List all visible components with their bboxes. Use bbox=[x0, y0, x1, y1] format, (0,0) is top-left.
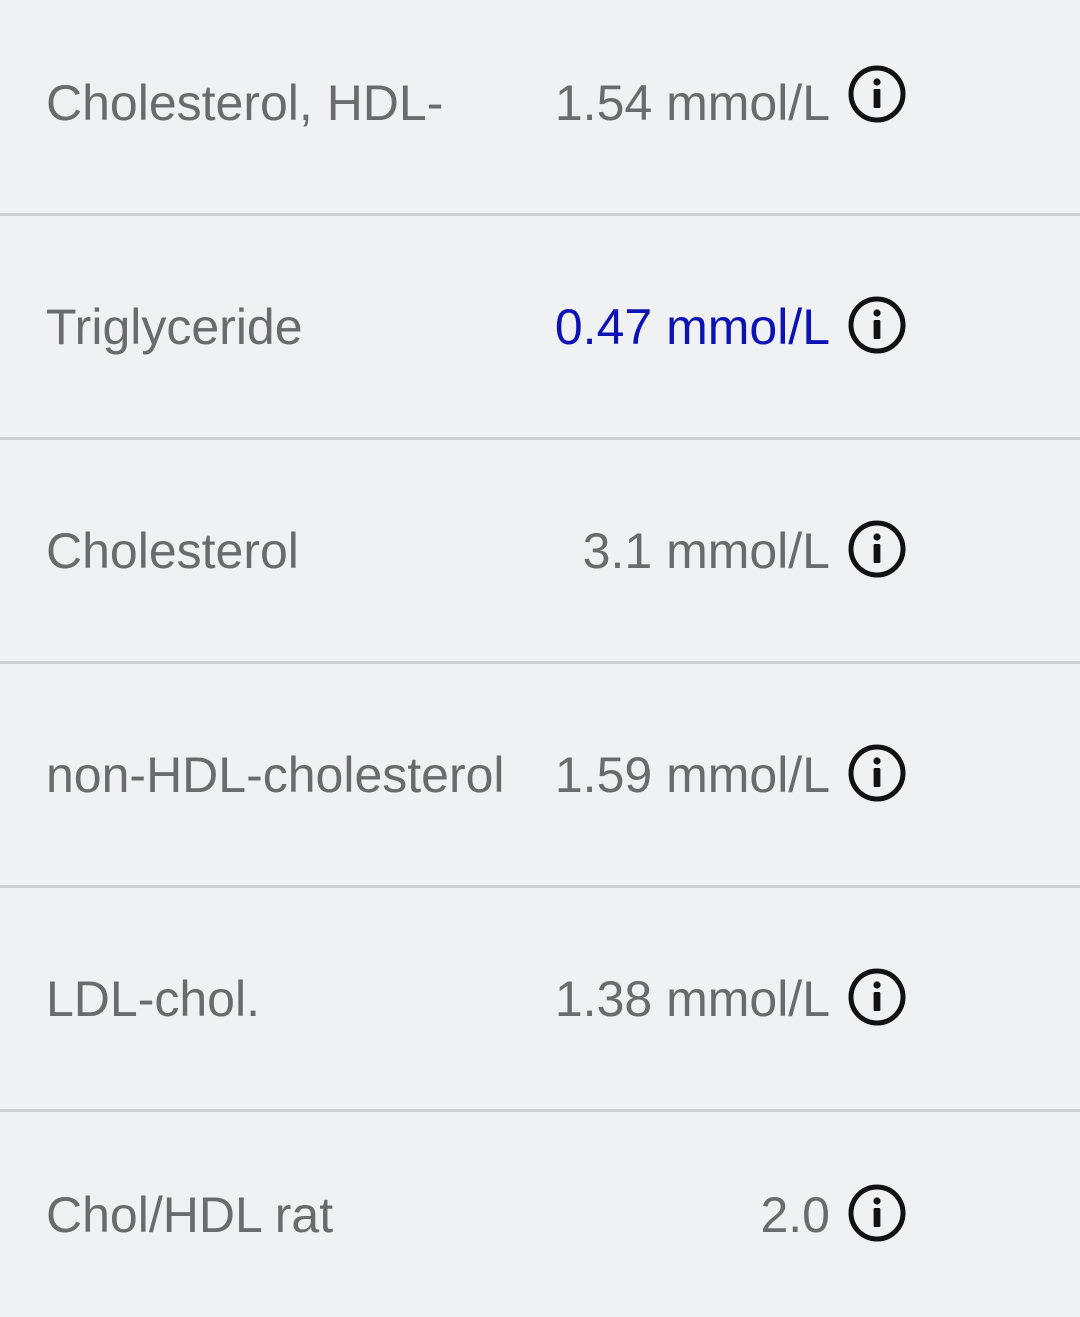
result-value: 3.1 mmol/L bbox=[582, 522, 830, 579]
info-icon[interactable] bbox=[847, 519, 907, 579]
result-label: non-HDL-cholesterol bbox=[46, 746, 505, 803]
info-icon[interactable] bbox=[847, 64, 907, 124]
result-value: 1.38 mmol/L bbox=[554, 970, 830, 1027]
info-icon[interactable] bbox=[847, 743, 907, 803]
result-row-chol-hdl-ratio: Chol/HDL rat 2.0 bbox=[0, 1112, 1080, 1317]
result-value-flagged: 0.47 mmol/L bbox=[554, 298, 830, 355]
result-row-triglyceride: Triglyceride 0.47 mmol/L bbox=[0, 216, 1080, 440]
info-icon[interactable] bbox=[847, 1183, 907, 1243]
result-value: 1.59 mmol/L bbox=[554, 746, 830, 803]
info-icon[interactable] bbox=[847, 295, 907, 355]
result-value: 1.54 mmol/L bbox=[554, 75, 830, 131]
result-label: LDL-chol. bbox=[46, 970, 260, 1027]
lab-results-list: Cholesterol, HDL- 1.54 mmol/L Triglyceri… bbox=[0, 0, 1080, 1317]
result-label: Chol/HDL rat bbox=[46, 1186, 334, 1243]
result-label: Triglyceride bbox=[46, 298, 303, 355]
result-value: 2.0 bbox=[760, 1186, 830, 1243]
result-label: Cholesterol, HDL- bbox=[46, 75, 444, 131]
result-row-hdl: Cholesterol, HDL- 1.54 mmol/L bbox=[0, 0, 1080, 216]
result-row-ldl: LDL-chol. 1.38 mmol/L bbox=[0, 888, 1080, 1112]
info-icon[interactable] bbox=[847, 967, 907, 1027]
result-row-non-hdl: non-HDL-cholesterol 1.59 mmol/L bbox=[0, 664, 1080, 888]
result-row-cholesterol: Cholesterol 3.1 mmol/L bbox=[0, 440, 1080, 664]
result-label: Cholesterol bbox=[46, 522, 299, 579]
